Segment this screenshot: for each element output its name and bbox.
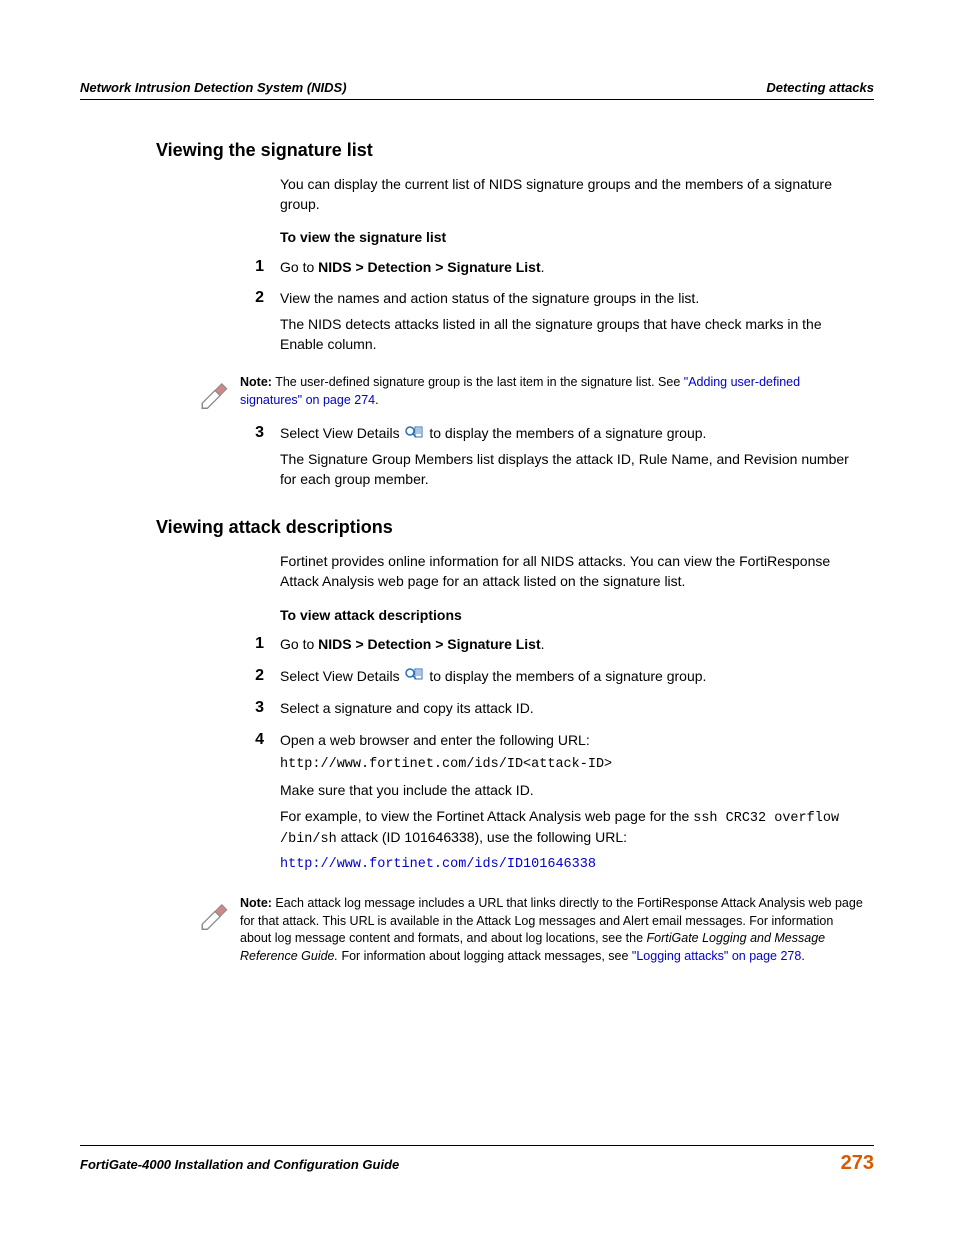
list-item: 2 Select View Details (280, 667, 864, 693)
step-text: attack (ID 101646338), use the following… (337, 829, 627, 845)
note-text: . (801, 949, 804, 963)
note-pencil-icon (198, 897, 232, 931)
page-number: 273 (841, 1152, 874, 1175)
link-example-url[interactable]: http://www.fortinet.com/ids/ID101646338 (280, 856, 864, 875)
step-number: 3 (228, 424, 264, 495)
page-header: Network Intrusion Detection System (NIDS… (80, 80, 874, 100)
step-text: to display the members of a signature gr… (429, 668, 706, 684)
section1-sub: To view the signature list (280, 228, 864, 248)
list-item: 3 Select a signature and copy its attack… (280, 699, 864, 725)
step-number: 4 (228, 731, 264, 882)
step-text: Open a web browser and enter the followi… (280, 731, 864, 751)
step-text: Select View Details (280, 425, 403, 441)
step-text: For example, to view the Fortinet Attack… (280, 808, 693, 824)
list-item: 4 Open a web browser and enter the follo… (280, 731, 864, 882)
nav-path: NIDS > Detection > Signature List (318, 259, 541, 275)
header-right: Detecting attacks (766, 80, 874, 95)
step-text: . (541, 259, 545, 275)
view-details-icon (405, 425, 423, 445)
note-pencil-icon (198, 376, 232, 410)
step-number: 1 (228, 258, 264, 284)
note-body: Note: Each attack log message includes a… (240, 895, 864, 965)
step-text: The NIDS detects attacks listed in all t… (280, 315, 864, 354)
note-body: Note: The user-defined signature group i… (240, 374, 864, 409)
section-heading-viewing-attack-descriptions: Viewing attack descriptions (156, 517, 874, 538)
step-text: Select View Details (280, 668, 403, 684)
list-item: 1 Go to NIDS > Detection > Signature Lis… (280, 258, 864, 284)
step-number: 1 (228, 635, 264, 661)
step-text: View the names and action status of the … (280, 289, 864, 309)
nav-path: NIDS > Detection > Signature List (318, 636, 541, 652)
header-left: Network Intrusion Detection System (NIDS… (80, 80, 347, 95)
url-template: http://www.fortinet.com/ids/ID<attack-ID… (280, 756, 864, 775)
step-text: to display the members of a signature gr… (429, 425, 706, 441)
footer-left: FortiGate-4000 Installation and Configur… (80, 1157, 399, 1172)
list-item: 3 Select View Details (280, 424, 864, 495)
section2-sub: To view attack descriptions (280, 606, 864, 626)
section2-intro: Fortinet provides online information for… (280, 552, 864, 591)
note-text: For information about logging attack mes… (338, 949, 632, 963)
note-text: The user-defined signature group is the … (272, 375, 684, 389)
list-item: 1 Go to NIDS > Detection > Signature Lis… (280, 635, 864, 661)
step-text: Select a signature and copy its attack I… (280, 699, 864, 719)
step-number: 3 (228, 699, 264, 725)
step-number: 2 (228, 289, 264, 360)
section-heading-viewing-signature-list: Viewing the signature list (156, 140, 874, 161)
view-details-icon (405, 667, 423, 687)
note-text: . (375, 393, 378, 407)
note-label: Note: (240, 375, 272, 389)
step-text: Make sure that you include the attack ID… (280, 781, 864, 801)
page-footer: FortiGate-4000 Installation and Configur… (80, 1145, 874, 1175)
step-text: The Signature Group Members list display… (280, 450, 864, 489)
step-number: 2 (228, 667, 264, 693)
link-logging-attacks[interactable]: "Logging attacks" on page 278 (632, 949, 801, 963)
section1-intro: You can display the current list of NIDS… (280, 175, 864, 214)
list-item: 2 View the names and action status of th… (280, 289, 864, 360)
step-text: . (541, 636, 545, 652)
note-label: Note: (240, 896, 272, 910)
step-text: Go to (280, 636, 318, 652)
step-text: Go to (280, 259, 318, 275)
